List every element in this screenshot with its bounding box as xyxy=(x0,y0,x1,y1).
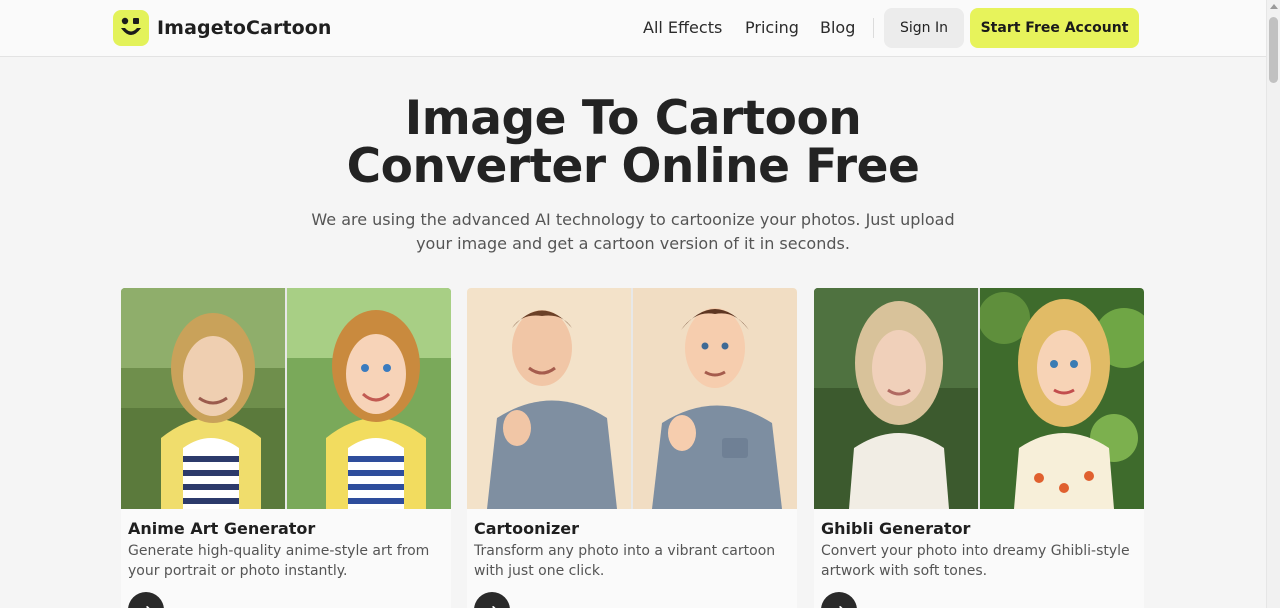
arrow-right-icon[interactable]: ➜ xyxy=(821,592,857,608)
card-cartoonizer[interactable]: Cartoonizer Transform any photo into a v… xyxy=(467,288,797,608)
sign-in-button[interactable]: Sign In xyxy=(884,8,964,48)
card-description-line-1: Generate high-quality anime-style art fr… xyxy=(128,543,430,559)
arrow-right-icon[interactable]: ➜ xyxy=(474,592,510,608)
card-description-line-1: Convert your photo into dreamy Ghibli-st… xyxy=(821,543,1130,559)
scroll-up-arrow-icon[interactable] xyxy=(1270,4,1278,9)
card-ghibli-generator[interactable]: Ghibli Generator Convert your photo into… xyxy=(814,288,1144,608)
card-title: Ghibli Generator xyxy=(821,519,971,538)
card-description-line-2: your portrait or photo instantly. xyxy=(128,563,348,579)
anime-before-after-image xyxy=(121,288,451,509)
card-description-line-2: with just one click. xyxy=(474,563,605,579)
page-subtitle-line-2: your image and get a cartoon version of … xyxy=(416,234,850,253)
nav-blog[interactable]: Blog xyxy=(820,18,855,37)
card-description: Convert your photo into dreamy Ghibli-st… xyxy=(821,541,1131,581)
site-header: ImagetoCartoon All Effects Pricing Blog … xyxy=(0,0,1266,57)
brand-name: ImagetoCartoon xyxy=(157,17,332,39)
page-subtitle: We are using the advanced AI technology … xyxy=(300,208,966,256)
scrollbar-thumb[interactable] xyxy=(1269,17,1278,83)
card-description: Generate high-quality anime-style art fr… xyxy=(128,541,438,581)
card-description-line-1: Transform any photo into a vibrant carto… xyxy=(474,543,776,559)
card-description: Transform any photo into a vibrant carto… xyxy=(474,541,784,581)
card-description-line-2: artwork with soft tones. xyxy=(821,563,988,579)
ghibli-before-after-image xyxy=(814,288,1144,509)
card-anime-art-generator[interactable]: Anime Art Generator Generate high-qualit… xyxy=(121,288,451,608)
cartoonizer-before-after-image xyxy=(467,288,797,509)
nav-divider xyxy=(873,18,874,38)
page-title-line-2: Converter Online Free xyxy=(346,139,920,194)
page-title: Image To Cartoon Converter Online Free xyxy=(240,95,1026,191)
nav-pricing[interactable]: Pricing xyxy=(745,18,799,37)
page-title-line-1: Image To Cartoon xyxy=(404,91,862,146)
page: ImagetoCartoon All Effects Pricing Blog … xyxy=(0,0,1280,608)
page-subtitle-line-1: We are using the advanced AI technology … xyxy=(311,210,955,229)
vertical-scrollbar[interactable] xyxy=(1266,0,1280,608)
brand-logo-link[interactable]: ImagetoCartoon xyxy=(113,10,332,46)
arrow-right-icon[interactable]: ➜ xyxy=(128,592,164,608)
nav-all-effects[interactable]: All Effects xyxy=(643,18,722,37)
start-free-account-button[interactable]: Start Free Account xyxy=(970,8,1139,48)
card-title: Cartoonizer xyxy=(474,519,579,538)
card-title: Anime Art Generator xyxy=(128,519,316,538)
smiley-logo-icon xyxy=(113,10,149,46)
